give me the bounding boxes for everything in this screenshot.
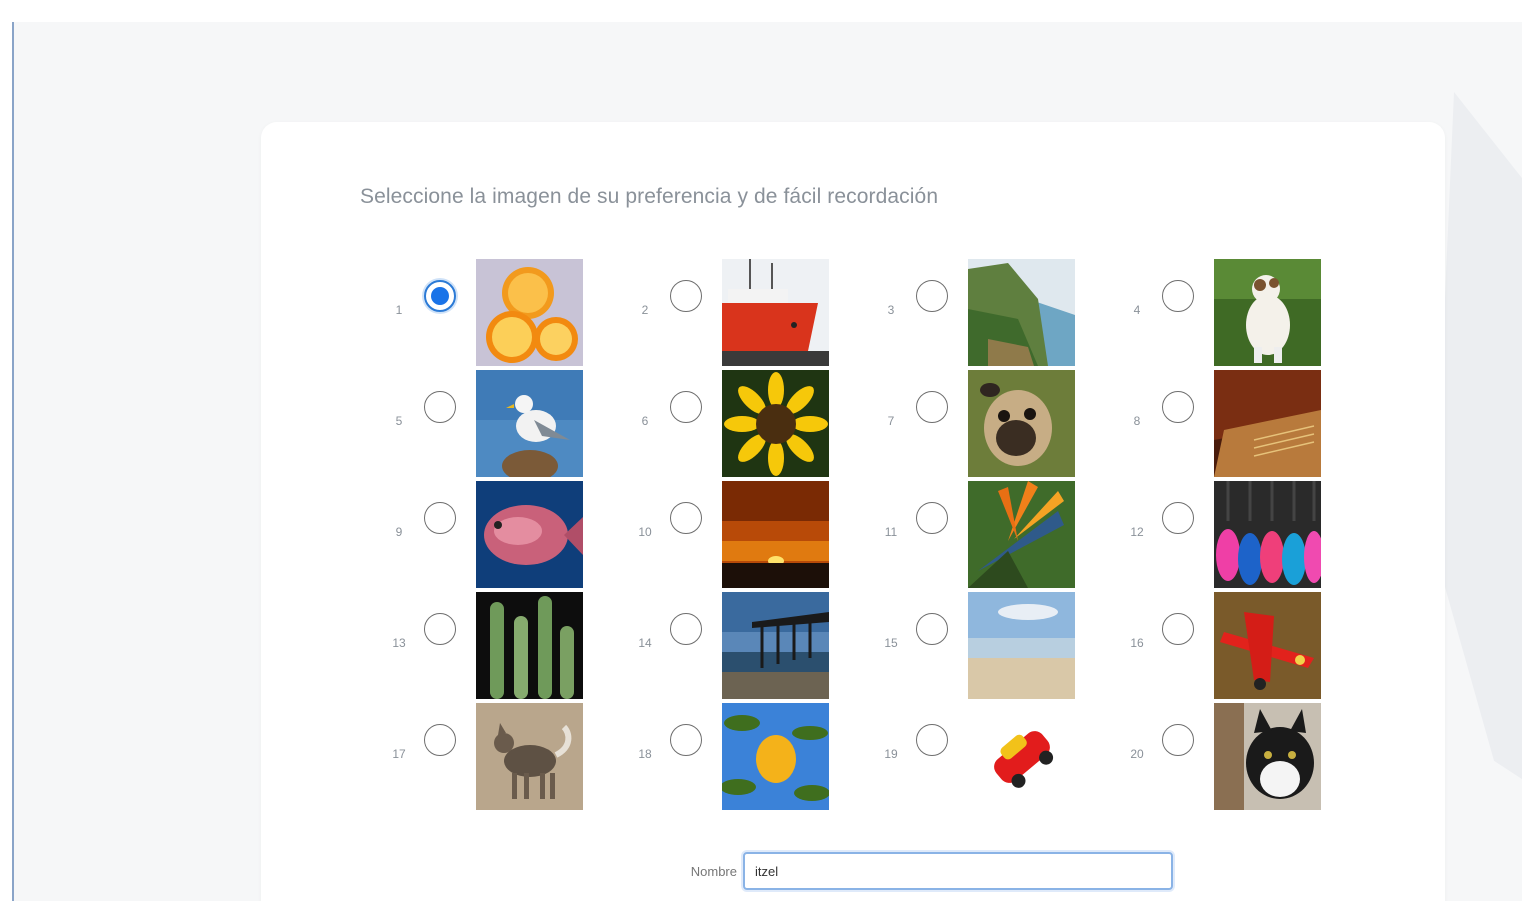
- image-option-7[interactable]: 7: [882, 370, 1112, 478]
- option-radio-17[interactable]: [424, 724, 456, 756]
- option-radio-19[interactable]: [916, 724, 948, 756]
- image-option-18[interactable]: 18: [636, 703, 866, 811]
- option-radio-11[interactable]: [916, 502, 948, 534]
- option-number: 14: [638, 636, 652, 650]
- image-option-16[interactable]: 16: [1128, 592, 1358, 700]
- option-number: 11: [884, 525, 898, 539]
- sunset-image[interactable]: [722, 481, 829, 588]
- image-option-10[interactable]: 10: [636, 481, 866, 589]
- background-decoration: [1434, 92, 1522, 852]
- option-radio-3[interactable]: [916, 280, 948, 312]
- coastal-cliff-image[interactable]: [968, 259, 1075, 366]
- seagull-image[interactable]: [476, 370, 583, 477]
- oranges-image[interactable]: [476, 259, 583, 366]
- option-number: 15: [884, 636, 898, 650]
- option-radio-9[interactable]: [424, 502, 456, 534]
- option-number: 20: [1130, 747, 1144, 761]
- beach-image[interactable]: [968, 592, 1075, 699]
- option-radio-18[interactable]: [670, 724, 702, 756]
- image-option-12[interactable]: 12: [1128, 481, 1358, 589]
- option-number: 17: [392, 747, 406, 761]
- option-number: 7: [887, 414, 895, 428]
- image-option-11[interactable]: 11: [882, 481, 1112, 589]
- page-background: Seleccione la imagen de su preferencia y…: [12, 22, 1522, 901]
- option-radio-14[interactable]: [670, 613, 702, 645]
- image-option-14[interactable]: 14: [636, 592, 866, 700]
- name-field-row: Nombre: [681, 852, 1201, 892]
- option-number: 18: [638, 747, 652, 761]
- option-radio-2[interactable]: [670, 280, 702, 312]
- red-boat-image[interactable]: [722, 259, 829, 366]
- option-radio-20[interactable]: [1162, 724, 1194, 756]
- option-number: 5: [395, 414, 403, 428]
- option-number: 3: [887, 303, 895, 317]
- option-radio-15[interactable]: [916, 613, 948, 645]
- option-number: 16: [1130, 636, 1144, 650]
- image-option-2[interactable]: 2: [636, 259, 866, 367]
- image-selection-card: Seleccione la imagen de su preferencia y…: [261, 122, 1445, 901]
- option-radio-7[interactable]: [916, 391, 948, 423]
- option-radio-12[interactable]: [1162, 502, 1194, 534]
- image-option-15[interactable]: 15: [882, 592, 1112, 700]
- image-option-6[interactable]: 6: [636, 370, 866, 478]
- cat-image[interactable]: [1214, 703, 1321, 810]
- toy-car-image[interactable]: [968, 703, 1075, 810]
- image-option-4[interactable]: 4: [1128, 259, 1358, 367]
- pier-image[interactable]: [722, 592, 829, 699]
- image-option-9[interactable]: 9: [390, 481, 620, 589]
- option-number: 12: [1130, 525, 1144, 539]
- image-option-5[interactable]: 5: [390, 370, 620, 478]
- option-number: 2: [641, 303, 649, 317]
- husky-image[interactable]: [476, 703, 583, 810]
- image-option-3[interactable]: 3: [882, 259, 1112, 367]
- image-options-grid: 1 2 3 4 5 6 7 8 9 10 11 12 13 14 15 16 1…: [261, 122, 1445, 822]
- option-radio-1[interactable]: [424, 280, 456, 312]
- image-option-19[interactable]: 19: [882, 703, 1112, 811]
- name-input[interactable]: [743, 852, 1173, 890]
- option-number: 13: [392, 636, 406, 650]
- fish-image[interactable]: [476, 481, 583, 588]
- option-number: 10: [638, 525, 652, 539]
- option-radio-10[interactable]: [670, 502, 702, 534]
- option-number: 4: [1133, 303, 1141, 317]
- option-number: 9: [395, 525, 403, 539]
- option-radio-13[interactable]: [424, 613, 456, 645]
- sunflower-image[interactable]: [722, 370, 829, 477]
- lemon-tree-image[interactable]: [722, 703, 829, 810]
- pug-image[interactable]: [968, 370, 1075, 477]
- red-airplane-image[interactable]: [1214, 592, 1321, 699]
- option-radio-8[interactable]: [1162, 391, 1194, 423]
- option-radio-4[interactable]: [1162, 280, 1194, 312]
- option-number: 8: [1133, 414, 1141, 428]
- top-strip: [0, 0, 1522, 22]
- option-number: 6: [641, 414, 649, 428]
- image-option-13[interactable]: 13: [390, 592, 620, 700]
- option-radio-6[interactable]: [670, 391, 702, 423]
- option-radio-5[interactable]: [424, 391, 456, 423]
- option-radio-16[interactable]: [1162, 613, 1194, 645]
- option-number: 19: [884, 747, 898, 761]
- cactus-image[interactable]: [476, 592, 583, 699]
- guitars-image[interactable]: [1214, 481, 1321, 588]
- image-option-1[interactable]: 1: [390, 259, 620, 367]
- image-option-20[interactable]: 20: [1128, 703, 1358, 811]
- bird-of-paradise-flower-image[interactable]: [968, 481, 1075, 588]
- option-number: 1: [395, 303, 403, 317]
- jack-russell-dog-image[interactable]: [1214, 259, 1321, 366]
- piano-image[interactable]: [1214, 370, 1321, 477]
- image-option-8[interactable]: 8: [1128, 370, 1358, 478]
- image-option-17[interactable]: 17: [390, 703, 620, 811]
- name-label: Nombre: [690, 864, 737, 879]
